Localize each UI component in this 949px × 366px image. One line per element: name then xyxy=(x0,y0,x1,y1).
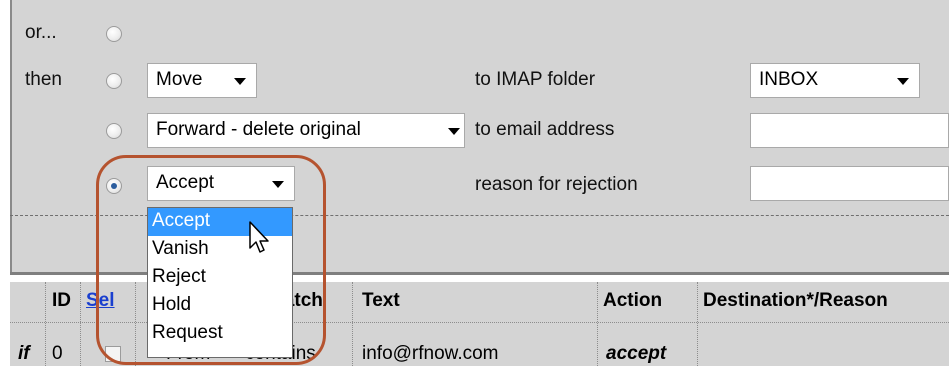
folder-select-value: INBOX xyxy=(759,69,819,90)
header-action: Action xyxy=(603,290,663,311)
row-condition-prefix: if xyxy=(18,343,30,364)
or-label: or... xyxy=(25,22,57,43)
mouse-cursor-icon xyxy=(249,221,269,253)
move-select[interactable]: Move xyxy=(147,63,257,98)
chevron-down-icon xyxy=(897,78,909,85)
highlight-annotation xyxy=(96,155,326,365)
to-email-address-label: to email address xyxy=(475,119,615,140)
forward-select-value: Forward - delete original xyxy=(156,119,361,140)
column-divider xyxy=(597,282,599,366)
reason-for-rejection-label: reason for rejection xyxy=(475,174,638,195)
column-divider xyxy=(352,282,354,366)
email-address-input[interactable] xyxy=(750,113,949,148)
column-divider xyxy=(697,282,699,366)
chevron-down-icon xyxy=(234,78,246,85)
move-select-value: Move xyxy=(156,69,203,90)
row-text: info@rfnow.com xyxy=(362,343,499,364)
forward-select[interactable]: Forward - delete original xyxy=(147,113,465,148)
header-destination-reason: Destination*/Reason xyxy=(703,290,888,311)
folder-select[interactable]: INBOX xyxy=(750,63,920,98)
column-divider xyxy=(45,282,47,366)
to-imap-folder-label: to IMAP folder xyxy=(475,69,596,90)
radio-forward[interactable] xyxy=(106,123,122,139)
header-text: Text xyxy=(362,290,400,311)
column-divider xyxy=(80,282,82,366)
then-label: then xyxy=(25,69,62,90)
row-id: 0 xyxy=(52,343,63,364)
header-id: ID xyxy=(52,290,71,311)
rejection-reason-input[interactable] xyxy=(750,166,949,201)
radio-move[interactable] xyxy=(106,73,122,89)
radio-or[interactable] xyxy=(106,26,122,42)
row-action: accept xyxy=(606,343,667,364)
chevron-down-icon xyxy=(448,128,460,135)
